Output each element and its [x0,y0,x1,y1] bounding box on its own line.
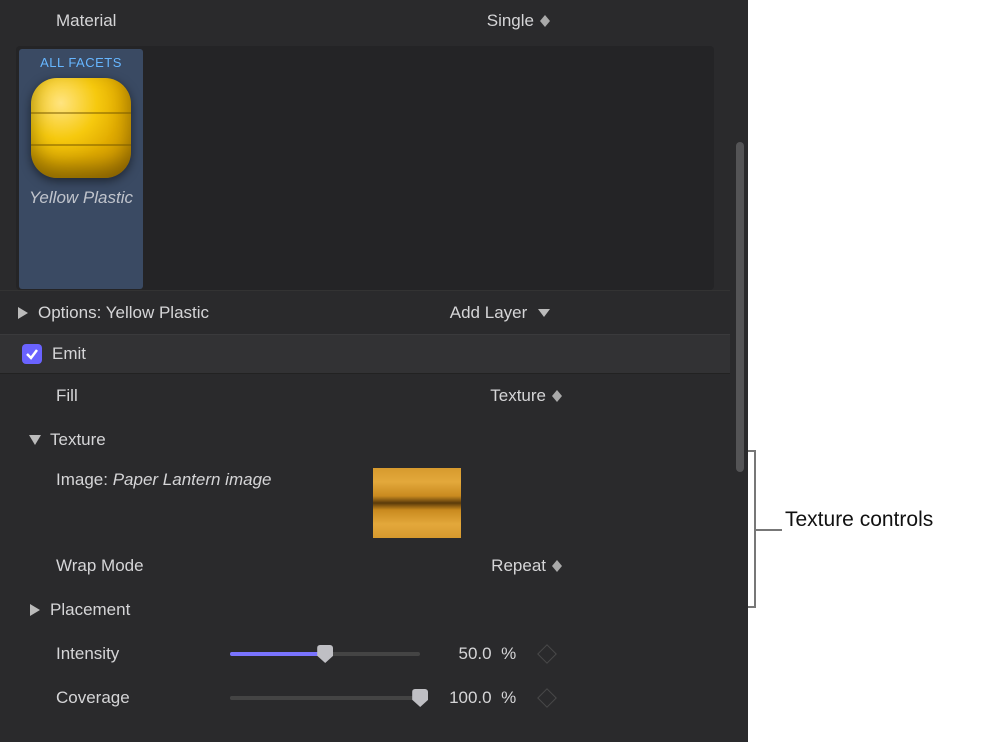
options-row[interactable]: Options: Yellow Plastic Add Layer [0,290,730,334]
coverage-slider[interactable] [230,686,420,710]
intensity-slider[interactable] [230,642,420,666]
vertical-scrollbar[interactable] [736,142,744,472]
disclosure-right-icon[interactable] [28,604,42,616]
texture-disclosure-row[interactable]: Texture [0,418,730,462]
inspector-panel: Material Single ALL FACETS Yellow Plasti… [0,0,748,742]
intensity-value-field[interactable]: 50.0 % [436,644,516,664]
coverage-value-field[interactable]: 100.0 % [436,688,516,708]
fill-label: Fill [56,386,78,406]
material-swatch-card[interactable]: ALL FACETS Yellow Plastic [19,49,143,289]
intensity-label: Intensity [56,644,119,664]
coverage-label: Coverage [56,688,130,708]
texture-label: Texture [50,430,106,450]
emit-checkbox[interactable] [22,344,42,364]
image-name: Paper Lantern image [113,470,272,489]
texture-image-well[interactable] [373,468,461,538]
wrap-mode-label: Wrap Mode [56,556,144,576]
disclosure-right-icon[interactable] [16,307,30,319]
image-row: Image: Paper Lantern image [0,462,730,544]
options-label: Options: Yellow Plastic [38,303,209,323]
callout-bracket [748,450,784,608]
fill-select[interactable]: Texture [373,386,730,406]
disclosure-down-icon[interactable] [28,435,42,445]
material-name: Yellow Plastic [29,188,133,208]
coverage-row: Coverage 100.0 % [0,676,730,720]
intensity-row: Intensity 50.0 % [0,632,730,676]
material-mode-select[interactable]: Single [367,11,718,31]
placement-label: Placement [50,600,130,620]
keyframe-icon[interactable] [537,688,557,708]
placement-row[interactable]: Placement [0,588,730,632]
wrap-mode-value: Repeat [491,556,546,576]
chevron-down-icon [538,309,550,317]
material-mode-value: Single [487,11,534,31]
annotation-label: Texture controls [785,508,933,532]
material-label: Material [16,11,367,31]
fill-value: Texture [490,386,546,406]
emit-label: Emit [52,344,86,364]
material-well: ALL FACETS Yellow Plastic [16,46,714,290]
wrap-mode-row: Wrap Mode Repeat [0,544,730,588]
image-label: Image: Paper Lantern image [56,470,271,490]
updown-icon [552,560,562,572]
keyframe-icon[interactable] [537,644,557,664]
updown-icon [552,390,562,402]
material-header-row: Material Single [0,0,730,42]
wrap-mode-select[interactable]: Repeat [373,556,730,576]
emit-row: Emit [0,334,730,374]
material-thumbnail[interactable] [31,78,131,178]
facets-tab[interactable]: ALL FACETS [40,55,122,70]
add-layer-menu[interactable]: Add Layer [450,303,550,323]
fill-row: Fill Texture [0,374,730,418]
updown-icon [540,15,550,27]
